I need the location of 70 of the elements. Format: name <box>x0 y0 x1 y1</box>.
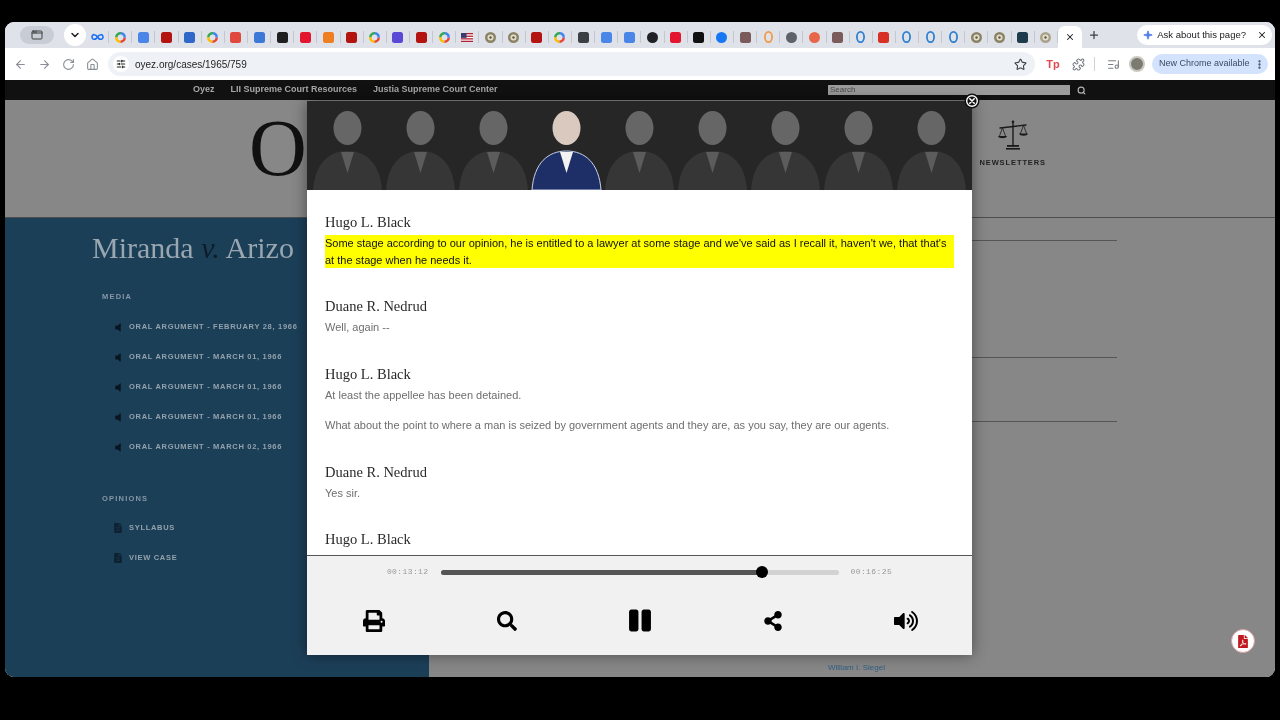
speaker-icon <box>113 381 123 393</box>
window-icon <box>31 29 43 41</box>
plus-icon <box>1087 29 1100 41</box>
speaker-icon <box>113 321 123 333</box>
tab-search-button[interactable] <box>20 26 54 44</box>
document-icon <box>113 553 123 563</box>
elapsed-time: 00:13:12 <box>386 566 429 578</box>
speaker-name: Duane R. Nedrud <box>325 462 427 482</box>
segmented-ring-icon <box>207 31 219 43</box>
url-text: oyez.org/cases/1965/759 <box>135 57 247 72</box>
segmented-ring-icon <box>554 31 566 43</box>
speaker-icon <box>113 351 123 363</box>
site-logo[interactable]: O <box>249 108 307 188</box>
speaker-name: Hugo L. Black <box>325 364 411 384</box>
speaker-name: Hugo L. Black <box>325 213 411 232</box>
search-button[interactable] <box>494 608 519 633</box>
document-icon <box>113 523 123 533</box>
speaker-name: Hugo L. Black <box>325 530 411 549</box>
reload-icon <box>61 57 75 71</box>
speaker-name: Duane R. Nedrud <box>325 297 427 316</box>
site-nav-link[interactable]: Justia Supreme Court Center <box>373 83 498 97</box>
transcript-text: What about the point to where a man is seized by government agents and they are, as you say, they are our agents. <box>325 418 890 433</box>
progress-track[interactable] <box>440 569 839 575</box>
tab-list-button[interactable] <box>64 24 86 46</box>
browser-tab[interactable] <box>1057 26 1082 48</box>
arrow-right-icon <box>37 57 51 71</box>
highlighted-transcript-text: Some stage according to our opinion, he is entitled to a lawyer at some stage and we've said as I recall it, haven't we, that that's at the stage when he needs it. <box>325 235 954 268</box>
segmented-ring-icon <box>114 31 126 43</box>
extension-button[interactable]: Tp <box>1045 56 1061 72</box>
address-bar[interactable]: oyez.org/cases/1965/759 <box>108 52 1035 76</box>
extensions-button[interactable] <box>1070 56 1086 72</box>
transcript-text: At least the appellee has been detained. <box>325 387 522 403</box>
close-icon <box>1257 30 1267 40</box>
segmented-ring-icon <box>369 31 381 43</box>
site-info-button[interactable] <box>113 56 129 72</box>
home-icon <box>85 57 99 71</box>
search-icon <box>496 610 517 631</box>
site-nav-link[interactable]: LII Supreme Court Resources <box>230 83 358 97</box>
tune-icon <box>116 59 126 69</box>
duration-time: 00:16:25 <box>850 566 893 578</box>
bookmark-button[interactable] <box>1013 57 1027 71</box>
print-button[interactable] <box>360 607 387 634</box>
update-chip[interactable]: New Chrome available <box>1152 54 1268 74</box>
flag-icon <box>461 32 474 42</box>
segmented-ring-icon <box>438 31 450 43</box>
site-nav-link[interactable]: Oyez <box>193 83 215 97</box>
scales-icon <box>996 120 1029 150</box>
search-field[interactable]: Search <box>828 85 1070 95</box>
star-icon <box>1013 57 1027 71</box>
ask-chip[interactable]: Ask about this page? <box>1137 25 1272 45</box>
close-icon <box>1064 32 1075 42</box>
progress-thumb[interactable] <box>755 566 768 578</box>
arrow-left-icon <box>13 57 27 71</box>
profile-avatar[interactable] <box>1129 56 1145 72</box>
pdf-button[interactable] <box>1231 629 1255 653</box>
printer-icon <box>362 609 385 632</box>
pause-icon <box>628 608 651 633</box>
sparkle-icon <box>1143 30 1154 40</box>
volume-icon <box>893 609 918 632</box>
speaker-icon <box>113 411 123 423</box>
search-icon[interactable] <box>1077 85 1086 95</box>
close-button[interactable] <box>1256 29 1268 41</box>
playlist-icon <box>1106 57 1120 71</box>
pdf-icon <box>1237 634 1249 648</box>
transcript-text: Yes sir. <box>325 485 361 501</box>
speaker-icon <box>113 441 123 453</box>
share-icon <box>762 610 783 631</box>
close-button[interactable] <box>964 93 980 109</box>
puzzle-icon <box>1071 57 1085 71</box>
transcript-text: Well, again -- <box>325 320 390 335</box>
